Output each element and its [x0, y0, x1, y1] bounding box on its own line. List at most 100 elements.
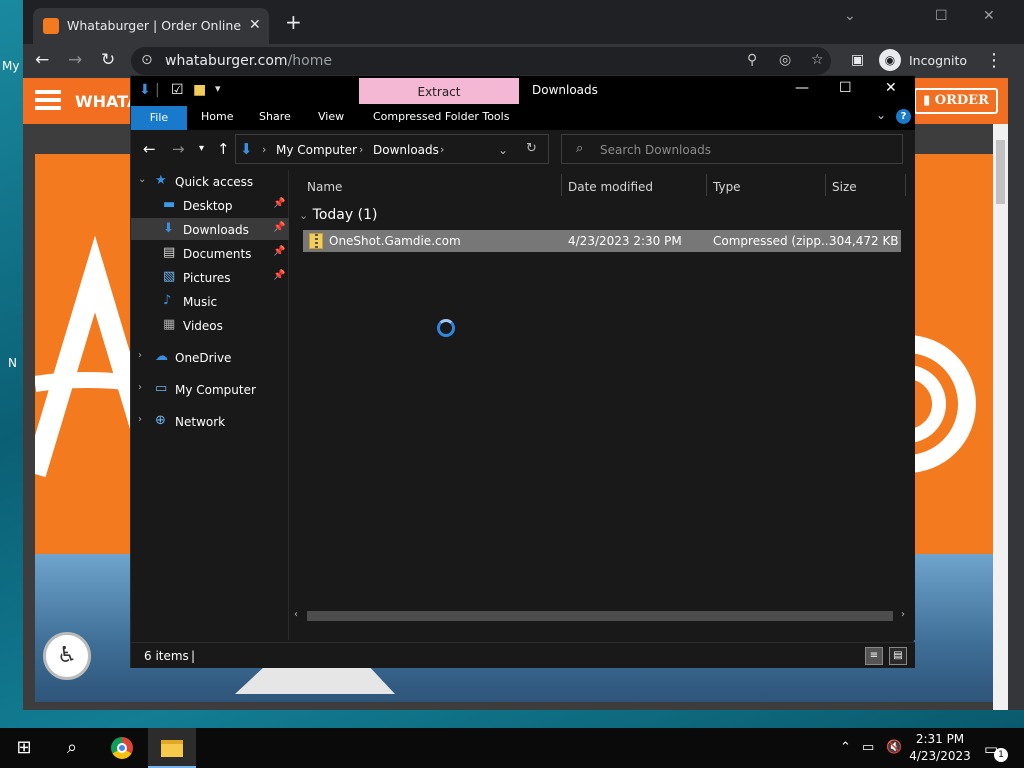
file-type: Compressed (zipp...: [713, 234, 833, 248]
scroll-right-icon[interactable]: ›: [901, 609, 905, 620]
network-icon[interactable]: ▭: [862, 740, 874, 755]
tab-home[interactable]: Home: [201, 110, 233, 123]
tab-share[interactable]: Share: [259, 110, 291, 123]
volume-muted-icon[interactable]: 🔇: [886, 740, 902, 755]
close-window-icon[interactable]: ✕: [885, 80, 897, 96]
forward-icon[interactable]: →: [172, 140, 185, 158]
expand-arrow-icon[interactable]: ›: [138, 382, 142, 393]
column-divider[interactable]: [905, 174, 906, 196]
refresh-icon[interactable]: ↻: [526, 141, 537, 156]
nav-item-desktop[interactable]: ▬ Desktop 📌: [131, 194, 289, 216]
browser-tab[interactable]: Whataburger | Order Online with ✕: [33, 8, 269, 44]
column-divider[interactable]: [825, 174, 826, 196]
up-icon[interactable]: ↑: [217, 140, 230, 158]
close-window-icon[interactable]: ✕: [983, 8, 995, 24]
star-icon: ★: [155, 173, 167, 188]
nav-item-network[interactable]: › ⊕ Network: [131, 410, 289, 432]
column-header-size[interactable]: Size: [832, 180, 857, 194]
expand-ribbon-icon[interactable]: ⌄: [876, 108, 886, 122]
address-toolbar: ← → ▾ ↑ ⬇ › My Computer › Downloads › ⌄ …: [131, 130, 915, 170]
desktop-icon-label[interactable]: N: [8, 356, 17, 370]
tab-compressed-folder-tools[interactable]: Compressed Folder Tools: [373, 110, 509, 123]
minimize-icon[interactable]: ⌄: [844, 8, 856, 24]
breadcrumb-downloads[interactable]: Downloads: [373, 143, 439, 157]
new-folder-icon[interactable]: ■: [193, 82, 206, 98]
incognito-icon[interactable]: ◉: [879, 49, 901, 71]
expand-arrow-icon[interactable]: ›: [138, 350, 142, 361]
close-tab-icon[interactable]: ✕: [249, 17, 261, 33]
hamburger-menu-icon[interactable]: [35, 90, 61, 110]
group-header-today[interactable]: ⌄ Today (1): [299, 207, 377, 223]
new-tab-button[interactable]: +: [285, 12, 302, 32]
breadcrumb-my-computer[interactable]: My Computer: [276, 143, 357, 157]
maximize-icon[interactable]: ☐: [935, 8, 948, 24]
ribbon-tabs: File Home Share View Compressed Folder T…: [131, 104, 915, 130]
search-icon[interactable]: ⌕: [48, 728, 96, 768]
nav-item-videos[interactable]: ▦ Videos: [131, 314, 289, 336]
nav-item-quick-access[interactable]: ⌄ ★ Quick access: [131, 170, 289, 192]
large-icons-view-icon[interactable]: ▤: [889, 647, 907, 665]
chrome-taskbar-icon[interactable]: [98, 728, 146, 768]
url-text[interactable]: whataburger.com/home: [165, 53, 332, 69]
breadcrumb-separator[interactable]: ›: [359, 143, 363, 156]
location-icon[interactable]: ⚲: [747, 52, 757, 68]
maximize-icon[interactable]: ☐: [839, 80, 852, 96]
address-bar[interactable]: ⊙ whataburger.com/home ⚲ ◎ ☆: [131, 47, 831, 75]
column-header-name[interactable]: Name: [307, 180, 342, 194]
properties-icon[interactable]: ☑: [171, 82, 184, 98]
forward-icon[interactable]: →: [68, 50, 82, 70]
show-hidden-icons-icon[interactable]: ⌃: [840, 740, 851, 755]
nav-item-music[interactable]: ♪ Music: [131, 290, 289, 312]
expand-arrow-icon[interactable]: ›: [138, 414, 142, 425]
file-explorer-taskbar-icon[interactable]: [148, 728, 196, 768]
address-history-icon[interactable]: ⌄: [498, 143, 508, 157]
clock-time[interactable]: 2:31 PM: [914, 732, 966, 746]
breadcrumb-separator[interactable]: ›: [440, 143, 444, 156]
scrollbar-thumb[interactable]: [307, 611, 893, 621]
order-button[interactable]: ▮ ORDER: [914, 88, 998, 114]
site-info-icon[interactable]: ⊙: [141, 52, 153, 68]
minimize-icon[interactable]: —: [795, 80, 809, 96]
tab-file[interactable]: File: [131, 106, 187, 130]
column-divider[interactable]: [706, 174, 707, 196]
tab-extract[interactable]: Extract: [359, 78, 519, 105]
horizontal-scrollbar[interactable]: ‹ ›: [289, 608, 915, 624]
back-icon[interactable]: ←: [143, 140, 156, 158]
column-divider[interactable]: [561, 174, 562, 196]
side-panel-icon[interactable]: ▣: [851, 52, 864, 68]
reload-icon[interactable]: ↻: [101, 50, 115, 70]
browser-menu-icon[interactable]: ⋮: [985, 50, 1003, 71]
recent-locations-icon[interactable]: ▾: [199, 143, 204, 154]
search-box[interactable]: ⌕: [561, 134, 903, 164]
incognito-label[interactable]: Incognito: [909, 53, 967, 68]
nav-item-downloads[interactable]: ⬇ Downloads 📌: [131, 218, 289, 240]
scrollbar-thumb[interactable]: [996, 140, 1005, 204]
nav-item-onedrive[interactable]: › ☁ OneDrive: [131, 346, 289, 368]
tab-view[interactable]: View: [318, 110, 344, 123]
breadcrumb-separator[interactable]: ›: [262, 143, 266, 156]
page-scrollbar[interactable]: [993, 124, 1008, 710]
customize-toolbar-icon[interactable]: ▾: [215, 82, 221, 95]
tab-title: Whataburger | Order Online with: [67, 18, 243, 33]
accessibility-icon[interactable]: ♿: [43, 632, 91, 680]
back-icon[interactable]: ←: [35, 50, 49, 70]
clock-date[interactable]: 4/23/2023: [908, 749, 972, 763]
download-arrow-icon[interactable]: ⬇: [139, 82, 151, 98]
search-input[interactable]: [600, 141, 890, 159]
help-icon[interactable]: ?: [896, 109, 911, 124]
tracking-blocked-eye-icon[interactable]: ◎: [779, 52, 791, 68]
nav-item-documents[interactable]: ▤ Documents 📌: [131, 242, 289, 264]
column-header-date-modified[interactable]: Date modified: [568, 180, 653, 194]
scroll-left-icon[interactable]: ‹: [294, 609, 298, 620]
nav-item-pictures[interactable]: ▧ Pictures 📌: [131, 266, 289, 288]
column-header-type[interactable]: Type: [713, 180, 741, 194]
collapse-arrow-icon[interactable]: ⌄: [138, 174, 146, 185]
details-view-icon[interactable]: ≡: [865, 647, 883, 665]
windows-start-icon[interactable]: ⊞: [0, 728, 48, 768]
address-path[interactable]: ⬇ › My Computer › Downloads › ⌄ ↻: [235, 134, 549, 164]
table-row[interactable]: OneShot.Gamdie.com 4/23/2023 2:30 PM Com…: [303, 230, 901, 252]
desktop-icon-label[interactable]: My: [2, 59, 19, 73]
collapse-group-icon: ⌄: [299, 209, 309, 222]
nav-item-my-computer[interactable]: › ▭ My Computer: [131, 378, 289, 400]
bookmark-star-icon[interactable]: ☆: [811, 52, 824, 68]
